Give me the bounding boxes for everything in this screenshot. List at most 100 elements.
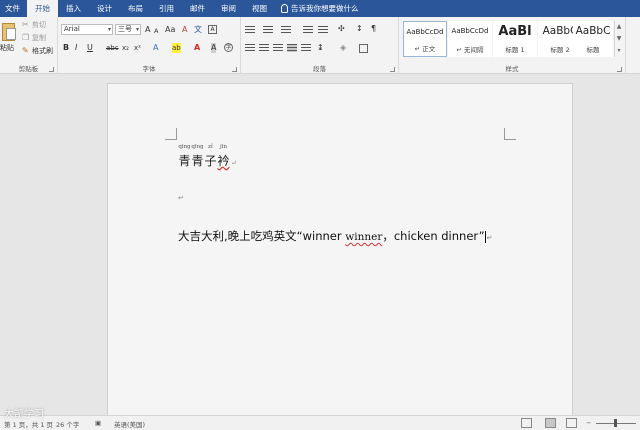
strikethrough-button[interactable]: abc: [106, 43, 119, 53]
page-count[interactable]: 第 1 页，共 1 页: [4, 419, 53, 429]
align-center-icon[interactable]: [259, 44, 269, 52]
style-preview: AaBbC: [575, 25, 611, 37]
word-count[interactable]: 26 个字: [56, 419, 79, 429]
numbering-icon[interactable]: [263, 26, 273, 34]
highlight-button[interactable]: ab: [172, 43, 181, 53]
increase-indent-icon[interactable]: [318, 26, 328, 34]
font-family-value: Arial: [64, 25, 80, 33]
paragraph-launcher-icon[interactable]: [390, 67, 395, 72]
paragraph-group: ✣ ↕ ¶ ↨ ◈ 段落: [241, 17, 399, 74]
clipboard-launcher-icon[interactable]: [49, 67, 54, 72]
bullets-icon[interactable]: [245, 26, 255, 34]
chevron-up-icon[interactable]: ▲: [615, 21, 623, 33]
subscript-button[interactable]: x₂: [122, 43, 129, 53]
distributed-icon[interactable]: [301, 44, 311, 52]
tab-insert[interactable]: 插入: [58, 0, 89, 17]
ruby-char: qīng 青: [191, 144, 204, 169]
change-case-button[interactable]: Aa: [165, 25, 175, 35]
text-caret: [484, 230, 486, 243]
format-painter-icon[interactable]: ✎: [22, 46, 29, 56]
shrink-font-button[interactable]: A: [154, 26, 158, 36]
tab-design[interactable]: 设计: [89, 0, 120, 17]
phonetic-line[interactable]: qīng 青 qīng 青 zǐ 子 jīn 衿 ↵: [178, 144, 237, 169]
text-segment: 大吉大利,晚上吃鸡英文“winner: [178, 229, 346, 243]
ribbon-edge: [626, 17, 640, 74]
bold-button[interactable]: B: [63, 43, 69, 53]
style-heading-1[interactable]: AaBl 标题 1: [493, 21, 537, 57]
decrease-indent-icon[interactable]: [303, 26, 313, 34]
body-text-line[interactable]: 大吉大利,晚上吃鸡英文“winner winner，chicken dinner…: [178, 228, 492, 244]
pinyin: qīng: [191, 144, 204, 150]
style-no-spacing[interactable]: AaBbCcDd ↵ 无间隔: [448, 21, 492, 57]
justify-icon[interactable]: [287, 44, 297, 52]
zoom-slider-thumb[interactable]: [614, 419, 617, 427]
tab-review[interactable]: 审阅: [213, 0, 244, 17]
web-layout-button[interactable]: [566, 418, 577, 428]
text-effects-button[interactable]: A: [153, 43, 158, 53]
borders-icon[interactable]: [359, 44, 368, 53]
tell-me-box[interactable]: 告诉我你想要做什么: [281, 3, 359, 14]
styles-group: AaBbCcDd ↵ 正文 AaBbCcDd ↵ 无间隔 AaBl 标题 1 A…: [399, 17, 626, 74]
proofing-icon[interactable]: ▣: [95, 419, 101, 427]
font-family-select[interactable]: Arial ▾: [61, 24, 113, 35]
copy-icon[interactable]: ❐: [22, 33, 29, 43]
underline-button[interactable]: U: [87, 43, 93, 53]
clipboard-group: 粘贴 ✂ 剪切 ❐ 复制 ✎ 格式刷 剪贴板: [0, 17, 58, 74]
char-border-button[interactable]: A: [208, 25, 217, 34]
multilevel-list-icon[interactable]: [281, 26, 291, 34]
style-normal[interactable]: AaBbCcDd ↵ 正文: [403, 21, 447, 57]
style-name: 标题 1: [505, 46, 525, 54]
document-page[interactable]: qīng 青 qīng 青 zǐ 子 jīn 衿 ↵ ↵ 大吉大利,晚上吃鸡英文“winner …: [107, 83, 573, 423]
align-left-icon[interactable]: [245, 44, 255, 52]
tab-references[interactable]: 引用: [151, 0, 182, 17]
tab-file[interactable]: 文件: [0, 0, 27, 17]
print-layout-button[interactable]: [545, 418, 556, 428]
hanzi: 青: [178, 154, 191, 168]
chinese-layout-icon[interactable]: ✣: [338, 24, 345, 34]
tab-view[interactable]: 视图: [244, 0, 275, 17]
pinyin: zǐ: [208, 144, 213, 150]
format-painter-button[interactable]: 格式刷: [32, 46, 53, 56]
font-launcher-icon[interactable]: [232, 67, 237, 72]
styles-scroll[interactable]: ▲ ▼ ▾: [614, 21, 623, 57]
paragraph-label: 段落: [313, 65, 326, 73]
align-right-icon[interactable]: [273, 44, 283, 52]
document-workspace[interactable]: qīng 青 qīng 青 zǐ 子 jīn 衿 ↵ ↵ 大吉大利,晚上吃鸡英文“winner …: [0, 74, 640, 423]
language-indicator[interactable]: 英语(美国): [114, 419, 145, 429]
cut-icon[interactable]: ✂: [22, 20, 29, 30]
spelling-error-word[interactable]: winner: [345, 231, 382, 243]
font-size-select[interactable]: 三号 ▾: [115, 24, 141, 35]
line-spacing-icon[interactable]: ↨: [317, 43, 324, 53]
italic-button[interactable]: I: [75, 43, 77, 53]
paste-button[interactable]: 粘贴: [0, 43, 14, 53]
tell-me-text: 告诉我你想要做什么: [291, 4, 359, 13]
grow-font-button[interactable]: A: [145, 25, 150, 35]
tab-mailings[interactable]: 邮件: [182, 0, 213, 17]
style-title[interactable]: AaBbC 标题: [573, 21, 613, 57]
superscript-button[interactable]: x²: [134, 43, 141, 53]
style-name: 标题: [586, 46, 600, 54]
show-marks-icon[interactable]: ¶: [371, 24, 376, 34]
font-group: Arial ▾ 三号 ▾ A A Aa A 文 A B I U abc x₂ x…: [58, 17, 241, 74]
char-shading-button[interactable]: A: [211, 43, 217, 53]
phonetic-guide-button[interactable]: 文: [194, 25, 202, 35]
watermark-text: 大凯学习: [4, 409, 44, 420]
more-icon[interactable]: ▾: [615, 45, 623, 57]
status-bar: 第 1 页，共 1 页 26 个字 ▣ 英语(美国) −: [0, 415, 640, 430]
font-size-value: 三号: [118, 25, 132, 33]
chevron-down-icon[interactable]: ▼: [615, 33, 623, 45]
enclose-char-button[interactable]: 字: [224, 43, 233, 52]
styles-launcher-icon[interactable]: [617, 67, 622, 72]
ribbon-tab-bar: 文件 开始 插入 设计 布局 引用 邮件 审阅 视图 告诉我你想要做什么: [0, 0, 640, 17]
tab-home[interactable]: 开始: [27, 0, 58, 17]
tab-layout[interactable]: 布局: [120, 0, 151, 17]
clear-format-button[interactable]: A: [182, 25, 187, 35]
paste-icon[interactable]: [2, 23, 16, 41]
cut-button[interactable]: 剪切: [32, 20, 46, 30]
zoom-out-button[interactable]: −: [586, 419, 591, 427]
read-mode-button[interactable]: [521, 418, 532, 428]
font-color-button[interactable]: A: [194, 43, 200, 53]
shading-icon[interactable]: ◈: [340, 43, 346, 53]
sort-icon[interactable]: ↕: [356, 24, 363, 34]
copy-button[interactable]: 复制: [32, 33, 46, 43]
